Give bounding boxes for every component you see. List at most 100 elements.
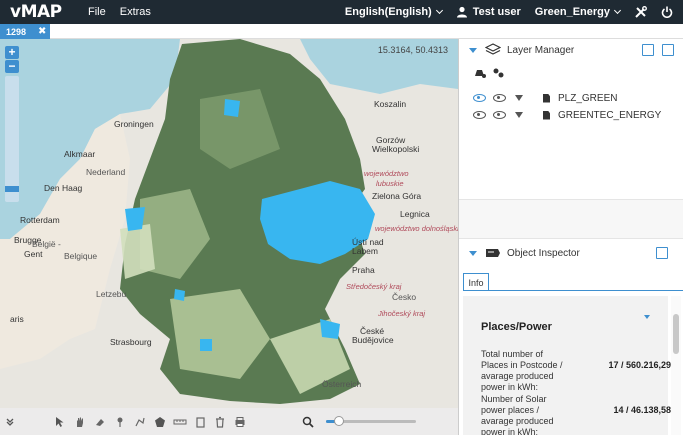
- erase-tool-button[interactable]: [90, 414, 110, 430]
- tab-underline: [463, 290, 683, 291]
- layer-manager-title: Layer Manager: [507, 44, 575, 56]
- select-eye-icon[interactable]: [493, 94, 506, 102]
- map-label: Den Haag: [44, 183, 83, 193]
- project-select[interactable]: Green_Energy: [535, 6, 622, 18]
- layers-icon: [485, 43, 501, 55]
- edit-icon[interactable]: [642, 44, 654, 56]
- section-collapse-icon[interactable]: [644, 315, 650, 319]
- map-label: Österreich: [322, 379, 362, 389]
- copy-tool-button[interactable]: [190, 414, 210, 430]
- top-bar: vMAP File Extras English(English) Test u…: [0, 0, 683, 24]
- menu-file[interactable]: File: [88, 6, 106, 18]
- layer-manager-tools: [473, 67, 506, 79]
- transparency-slider[interactable]: [326, 416, 416, 426]
- print-button[interactable]: [230, 414, 250, 430]
- collapse-triangle-icon[interactable]: [469, 47, 477, 53]
- close-icon[interactable]: ✖: [38, 26, 46, 37]
- map-label: Groningen: [114, 119, 154, 129]
- object-inspector-title: Object Inspector: [507, 247, 580, 259]
- map-label: Zielona Góra: [372, 191, 422, 201]
- edit-icon[interactable]: [656, 247, 668, 259]
- coordinate-readout: 15.3164, 50.4313: [377, 45, 448, 55]
- visibility-eye-icon[interactable]: [473, 111, 486, 119]
- polygon-tool-button[interactable]: [150, 414, 170, 430]
- user-label: Test user: [472, 6, 521, 18]
- info-label: Number of Solar power places / avarage p…: [481, 394, 554, 435]
- map-view[interactable]: Groningen Alkmaar Nederland Den Haag Rot…: [0, 39, 458, 435]
- map-label: Letzebu: [96, 289, 127, 299]
- info-row: Total number of Places in Postcode / ava…: [481, 349, 671, 393]
- layer-group-icon[interactable]: [492, 67, 506, 79]
- region-blue-patch: [224, 99, 240, 117]
- zoom-slider[interactable]: [5, 76, 19, 202]
- add-layer-icon[interactable]: [473, 67, 487, 79]
- layer-name: GREENTEC_ENERGY: [558, 109, 662, 121]
- region-blue-patch: [320, 319, 340, 339]
- menu-extras[interactable]: Extras: [120, 6, 151, 18]
- tools-button[interactable]: [634, 5, 647, 19]
- cursor-icon: [56, 416, 64, 427]
- collapse-toolbar-button[interactable]: [0, 414, 20, 430]
- map-label: Nederland: [86, 167, 126, 177]
- tab-info[interactable]: Info: [463, 273, 489, 291]
- map-label: Česko: [392, 292, 417, 302]
- delete-tool-button[interactable]: [210, 414, 230, 430]
- map-label: Rotterdam: [20, 215, 60, 225]
- point-tool-button[interactable]: [110, 414, 130, 430]
- zoom-out-button[interactable]: −: [5, 60, 19, 73]
- map-toolbar: [0, 408, 458, 435]
- language-select[interactable]: English(English): [344, 6, 443, 18]
- region-blue-patch: [125, 207, 145, 231]
- user-menu[interactable]: Test user: [456, 6, 521, 18]
- map-tab-row: 1298 ✖: [0, 24, 683, 39]
- object-inspector-header[interactable]: Object Inspector: [459, 242, 683, 264]
- map-label: aris: [10, 314, 24, 324]
- search-button[interactable]: [298, 414, 318, 430]
- map-label: Labem: [352, 246, 378, 256]
- info-row: Number of Solar power places / avarage p…: [481, 394, 671, 435]
- tools-icon: [635, 5, 647, 18]
- ruler-icon: [173, 419, 187, 424]
- pan-tool-button[interactable]: [70, 414, 90, 430]
- search-icon: [302, 416, 314, 428]
- collapse-triangle-icon[interactable]: [469, 250, 477, 256]
- info-value: 14 / 46.138,58: [613, 405, 671, 415]
- select-tool-button[interactable]: [50, 414, 70, 430]
- save-icon[interactable]: [662, 44, 674, 56]
- slider-handle[interactable]: [334, 416, 344, 426]
- info-label: Total number of Places in Postcode / ava…: [481, 349, 563, 392]
- map-label: Koszalin: [374, 99, 407, 109]
- map-tab-label: 1298: [6, 26, 27, 37]
- map-label: Jihočeský kraj: [378, 309, 426, 318]
- map-label: Praha: [352, 265, 375, 275]
- polygon-icon: [155, 416, 165, 427]
- map-label: Belgique: [64, 251, 98, 261]
- zoom-in-button[interactable]: +: [5, 46, 19, 59]
- zoom-slider-handle[interactable]: [5, 186, 19, 192]
- layer-row[interactable]: GREENTEC_ENERGY: [473, 107, 661, 123]
- hand-icon: [77, 417, 83, 427]
- map-label: Gent: [24, 249, 43, 259]
- panel-divider: [459, 199, 683, 239]
- map-label: Budějovice: [352, 335, 394, 345]
- layer-row[interactable]: PLZ_GREEN: [473, 90, 617, 106]
- scrollbar-thumb[interactable]: [673, 314, 679, 354]
- power-icon: [661, 6, 673, 18]
- eraser-icon: [96, 418, 104, 426]
- visibility-eye-icon[interactable]: [473, 94, 486, 102]
- select-eye-icon[interactable]: [493, 111, 506, 119]
- layer-manager-header[interactable]: Layer Manager: [459, 39, 683, 61]
- line-tool-button[interactable]: [130, 414, 150, 430]
- right-panel: Layer Manager PLZ_GREEN GREENTEC_ENERGY …: [458, 39, 683, 435]
- top-right-controls: English(English) Test user Green_Energy: [331, 5, 683, 19]
- measure-tool-button[interactable]: [170, 414, 190, 430]
- map-label: Legnica: [400, 209, 430, 219]
- filter-icon[interactable]: [515, 95, 523, 101]
- map-tab[interactable]: 1298 ✖: [0, 24, 50, 39]
- map-label: województwo: [364, 169, 409, 178]
- power-button[interactable]: [661, 6, 673, 18]
- filter-icon[interactable]: [515, 112, 523, 118]
- document-icon: [543, 110, 550, 120]
- language-label: English(English): [344, 6, 432, 18]
- map-label: województwo dolnośląskie: [375, 224, 458, 233]
